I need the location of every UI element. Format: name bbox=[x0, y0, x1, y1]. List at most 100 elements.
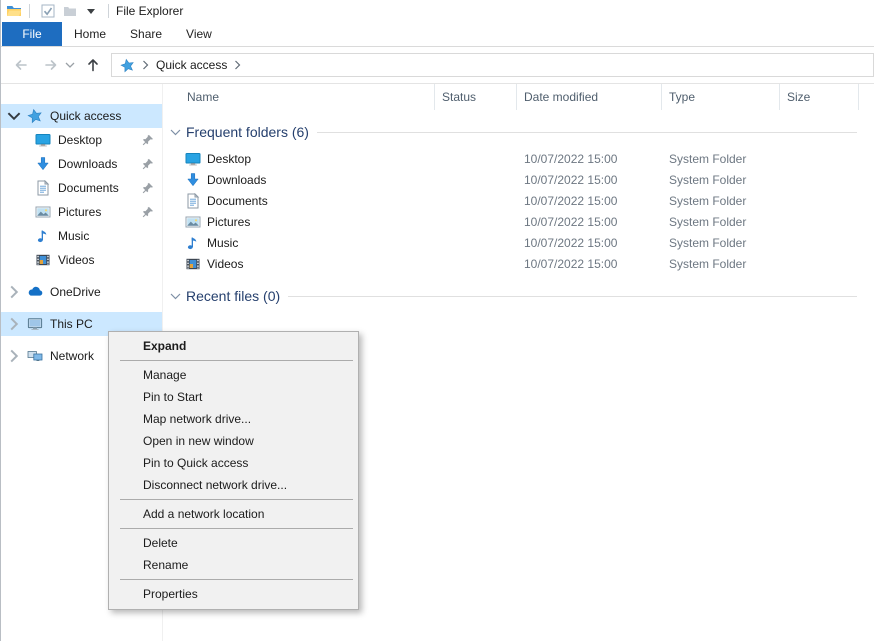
menu-item-label: Manage bbox=[143, 368, 186, 382]
sidebar-item-quick-access[interactable]: Quick access bbox=[1, 104, 162, 128]
window-title: File Explorer bbox=[116, 4, 183, 18]
sidebar-item-pictures[interactable]: Pictures bbox=[1, 200, 162, 224]
menu-item-rename[interactable]: Rename bbox=[109, 554, 358, 576]
breadcrumb-location[interactable]: Quick access bbox=[156, 58, 227, 72]
file-name: Videos bbox=[207, 257, 243, 271]
file-row-videos[interactable]: Videos10/07/2022 15:00System Folder bbox=[163, 253, 874, 274]
file-explorer-window: File Explorer File Home Share View Quick… bbox=[0, 0, 874, 641]
menu-item-label: Disconnect network drive... bbox=[143, 478, 287, 492]
sidebar-item-onedrive[interactable]: OneDrive bbox=[1, 280, 162, 304]
ribbon-tab-bar: File Home Share View bbox=[1, 22, 874, 47]
file-row-documents[interactable]: Documents10/07/2022 15:00System Folder bbox=[163, 190, 874, 211]
menu-item-disconnect-network-drive[interactable]: Disconnect network drive... bbox=[109, 474, 358, 496]
file-row-pictures[interactable]: Pictures 10/07/2022 15:00System Folder bbox=[163, 211, 874, 232]
up-button-icon[interactable] bbox=[85, 57, 101, 73]
menu-item-manage[interactable]: Manage bbox=[109, 364, 358, 386]
breadcrumb-chevron-icon[interactable] bbox=[234, 60, 241, 70]
chevron-down-icon[interactable] bbox=[7, 109, 21, 123]
sidebar-item-downloads[interactable]: Downloads bbox=[1, 152, 162, 176]
network-icon bbox=[27, 348, 43, 364]
cell-name: Downloads bbox=[163, 172, 435, 188]
menu-item-delete[interactable]: Delete bbox=[109, 532, 358, 554]
chevron-right-icon[interactable] bbox=[7, 285, 21, 299]
pictures-icon bbox=[35, 204, 51, 220]
chevron-right-icon[interactable] bbox=[7, 317, 21, 331]
titlebar-separator bbox=[29, 4, 30, 18]
cell-name: Videos bbox=[163, 256, 435, 272]
group-rows: Desktop10/07/2022 15:00System FolderDown… bbox=[163, 148, 874, 274]
chevron-down-icon[interactable] bbox=[170, 293, 181, 300]
column-header-type[interactable]: Type bbox=[662, 84, 780, 110]
cell-date-modified: 10/07/2022 15:00 bbox=[517, 257, 662, 271]
back-button-icon[interactable] bbox=[13, 57, 29, 73]
sidebar-item-videos[interactable]: Videos bbox=[1, 248, 162, 272]
breadcrumb-chevron-icon[interactable] bbox=[142, 60, 149, 70]
menu-item-add-a-network-location[interactable]: Add a network location bbox=[109, 503, 358, 525]
sidebar-item-label: OneDrive bbox=[50, 285, 101, 299]
tab-file[interactable]: File bbox=[2, 22, 62, 46]
recent-locations-caret-icon[interactable] bbox=[65, 62, 75, 69]
cell-name: Music bbox=[163, 235, 435, 251]
group-rule-line bbox=[317, 132, 857, 133]
column-header-size[interactable]: Size bbox=[780, 84, 859, 110]
videos-icon bbox=[185, 256, 201, 272]
cell-name: Pictures bbox=[163, 214, 435, 230]
chevron-down-icon[interactable] bbox=[170, 129, 181, 136]
sidebar-item-music[interactable]: Music bbox=[1, 224, 162, 248]
file-row-desktop[interactable]: Desktop10/07/2022 15:00System Folder bbox=[163, 148, 874, 169]
pin-icon bbox=[142, 134, 154, 146]
file-row-downloads[interactable]: Downloads10/07/2022 15:00System Folder bbox=[163, 169, 874, 190]
this-pc-context-menu: Expand Manage Pin to Start Map network driv… bbox=[108, 331, 359, 610]
forward-button-icon[interactable] bbox=[43, 57, 59, 73]
group-header-recent-files[interactable]: Recent files (0) bbox=[163, 286, 874, 306]
tab-share[interactable]: Share bbox=[118, 22, 174, 46]
qat-new-folder-icon[interactable] bbox=[63, 4, 77, 18]
downloads-icon bbox=[35, 156, 51, 172]
sidebar-item-documents[interactable]: Documents bbox=[1, 176, 162, 200]
qat-properties-icon[interactable] bbox=[41, 4, 55, 18]
group-title: Recent files (0) bbox=[186, 288, 280, 304]
address-bar[interactable]: Quick access bbox=[111, 53, 874, 77]
qat-customize-caret-icon[interactable] bbox=[87, 9, 95, 14]
music-icon bbox=[185, 235, 201, 251]
file-row-music[interactable]: Music10/07/2022 15:00System Folder bbox=[163, 232, 874, 253]
file-name: Pictures bbox=[207, 215, 250, 229]
menu-divider bbox=[120, 499, 353, 500]
this-pc-icon bbox=[27, 316, 43, 332]
downloads-icon bbox=[185, 172, 201, 188]
tab-home[interactable]: Home bbox=[62, 22, 118, 46]
menu-item-label: Pin to Quick access bbox=[143, 456, 248, 470]
desktop-icon bbox=[35, 132, 51, 148]
menu-item-properties[interactable]: Properties bbox=[109, 583, 358, 605]
file-name: Desktop bbox=[207, 152, 251, 166]
titlebar-separator bbox=[108, 4, 109, 18]
cell-name: Documents bbox=[163, 193, 435, 209]
menu-item-map-network-drive[interactable]: Map network drive... bbox=[109, 408, 358, 430]
menu-item-expand[interactable]: Expand bbox=[109, 335, 358, 357]
chevron-right-icon[interactable] bbox=[7, 349, 21, 363]
sidebar-item-label: Downloads bbox=[58, 157, 117, 171]
cell-type: System Folder bbox=[662, 215, 780, 229]
group-header-frequent-folders[interactable]: Frequent folders (6) bbox=[163, 122, 874, 142]
menu-item-open-in-new-window[interactable]: Open in new window bbox=[109, 430, 358, 452]
menu-item-pin-to-start[interactable]: Pin to Start bbox=[109, 386, 358, 408]
cell-type: System Folder bbox=[662, 236, 780, 250]
documents-icon bbox=[185, 193, 201, 209]
tab-view[interactable]: View bbox=[174, 22, 224, 46]
menu-item-pin-to-quick-access[interactable]: Pin to Quick access bbox=[109, 452, 358, 474]
quick-access-star-icon bbox=[27, 108, 43, 124]
sidebar-item-label: This PC bbox=[50, 317, 93, 331]
menu-item-label: Map network drive... bbox=[143, 412, 251, 426]
sidebar-item-desktop[interactable]: Desktop bbox=[1, 128, 162, 152]
cell-type: System Folder bbox=[662, 194, 780, 208]
column-header-date-modified[interactable]: Date modified bbox=[517, 84, 662, 110]
music-icon bbox=[35, 228, 51, 244]
sidebar-item-label: Network bbox=[50, 349, 94, 363]
file-name: Documents bbox=[207, 194, 268, 208]
cell-date-modified: 10/07/2022 15:00 bbox=[517, 215, 662, 229]
menu-item-label: Properties bbox=[143, 587, 198, 601]
column-header-name[interactable]: Name bbox=[163, 84, 435, 110]
column-header-status[interactable]: Status bbox=[435, 84, 517, 110]
menu-item-label: Pin to Start bbox=[143, 390, 202, 404]
group-title: Frequent folders (6) bbox=[186, 124, 309, 140]
